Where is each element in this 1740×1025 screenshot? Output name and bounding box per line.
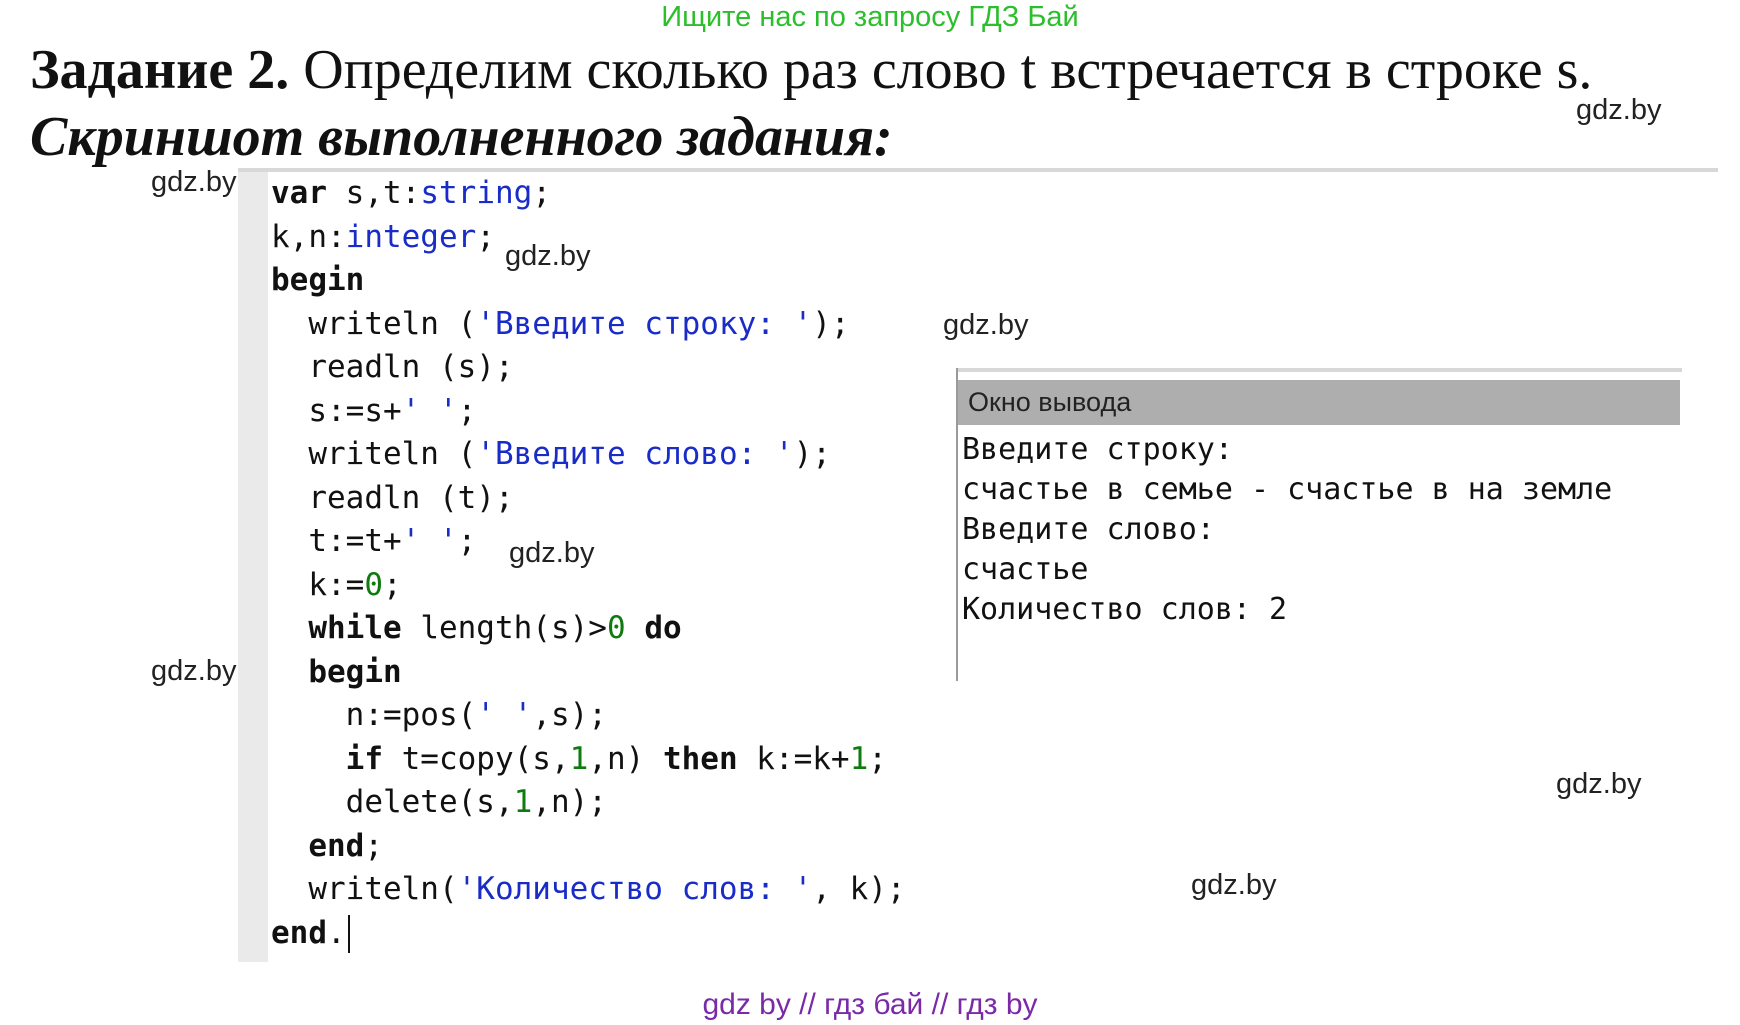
code-token: ; [457,523,477,559]
code-token: ); [793,436,831,472]
code-token: . [327,914,346,951]
code-editor[interactable]: var s,t:string; k,n:integer; begin writeln… [271,172,906,955]
watermark: gdz.by [1576,94,1662,126]
task-text: Определим сколько раз слово t встречаетс… [289,39,1593,101]
code-token: ; [364,827,383,864]
output-window-title: Окно вывода [958,380,1680,425]
code-token: writeln ( [271,436,477,472]
code-token: 1 [513,784,533,820]
code-line: readln (t); [271,477,906,521]
output-line: Введите строку: [962,432,1233,467]
code-token: t:=t+ [271,523,402,559]
watermark: gdz.by [1191,869,1277,901]
code-line: k,n:integer; [271,216,906,260]
task-title: Задание 2. Определим сколько раз слово t… [30,38,1592,102]
code-token: ' ' [401,392,458,429]
code-line: readln (s); [271,346,906,390]
output-window-content: Введите строку: счастье в семье - счастье… [962,430,1612,630]
code-token: , k); [812,871,906,907]
task-label: Задание 2. [30,39,290,101]
code-token: delete(s, [271,784,514,820]
editor-gutter [238,172,268,962]
output-line: счастье в семье - счастье в на земле [962,472,1613,507]
code-token: then [662,740,738,777]
code-token: ' ' [476,697,533,733]
watermark: gdz.by [1556,768,1642,800]
code-token: ,n) [588,740,663,777]
code-token: ; [476,218,495,255]
code-token: ; [383,566,402,603]
code-token: k:=k+ [737,740,850,777]
code-line: t:=t+' '; [271,520,906,564]
code-line: if t=copy(s,1,n) then k:=k+1; [271,738,906,782]
code-token: do [644,610,682,646]
code-token: while [308,610,402,646]
code-line: while length(s)>0 do [271,607,906,651]
code-line: end; [271,825,906,869]
code-token: writeln ( [271,305,477,342]
footer-watermark: gdz by // гдз бай // гдз by [702,988,1038,1021]
code-token: if [345,740,383,777]
code-line: s:=s+' '; [271,390,906,434]
code-token: end [271,914,327,951]
code-token: readln (s); [271,349,514,385]
screenshot-caption: Скриншот выполненного задания: [30,106,893,168]
watermark: gdz.by [151,166,237,198]
code-token: ; [532,175,551,211]
code-token: 0 [606,610,626,646]
watermark: gdz.by [943,309,1029,341]
code-token: t=copy(s, [382,740,570,777]
code-token: s,t: [327,175,421,211]
code-token: ; [457,392,477,429]
code-token: length(s)> [401,610,607,646]
code-token: writeln( [271,871,458,907]
code-token: end [308,827,365,864]
code-token: 'Введите слово: ' [476,436,794,472]
output-window-border [958,368,1682,372]
code-line: delete(s,1,n); [271,781,906,825]
code-line: writeln ('Введите строку: '); [271,303,906,347]
code-token: string [420,175,533,211]
code-token: 1 [569,740,589,777]
code-line: n:=pos(' ',s); [271,694,906,738]
code-line: writeln ('Введите слово: '); [271,433,906,477]
code-line: var s,t:string; [271,172,906,216]
code-line: end. [271,912,906,956]
code-token: 'Количество слов: ' [457,871,813,907]
code-line: writeln('Количество слов: ', k); [271,868,906,912]
watermark: gdz.by [151,655,237,687]
code-token: n:=pos( [271,697,477,733]
text-cursor [347,915,350,953]
code-token: integer [345,218,477,255]
code-token: ,s); [532,697,607,733]
code-line: begin [271,259,906,303]
code-line: k:=0; [271,564,906,608]
code-token: readln (t); [271,479,514,516]
code-token: ; [868,740,887,777]
output-window: Окно вывода Введите строку: счастье в сем… [956,368,1682,681]
output-line: счастье [962,552,1089,587]
code-token: begin [308,653,402,690]
code-token: ); [812,305,850,342]
code-token: k:= [271,566,365,603]
code-token: 'Введите строку: ' [476,305,813,342]
code-token: 0 [364,566,383,603]
code-token: ,n); [532,784,607,820]
code-token: 1 [849,740,869,777]
top-banner: Ищите нас по запросу ГДЗ Бай [661,1,1079,33]
output-line: Введите слово: [962,512,1215,547]
code-token: s:=s+ [271,392,402,429]
code-token: ' ' [401,523,458,559]
code-line: begin [271,651,906,695]
code-token: var [271,175,327,211]
code-token: begin [271,262,365,298]
output-line: Количество слов: 2 [962,592,1288,627]
code-token: k,n: [271,218,346,255]
